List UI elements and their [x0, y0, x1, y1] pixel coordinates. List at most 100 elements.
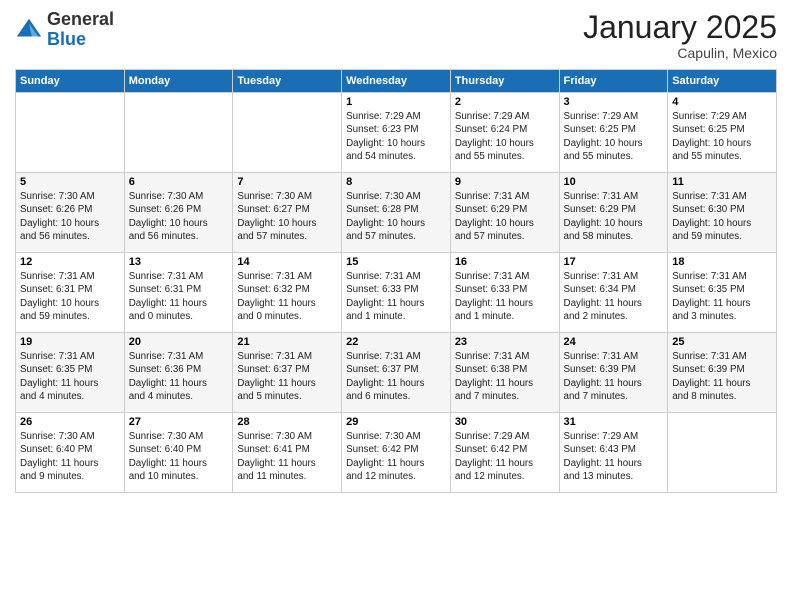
calendar-cell: 10 Sunrise: 7:31 AM Sunset: 6:29 PM Dayli… [559, 173, 668, 253]
month-title: January 2025 [583, 10, 777, 45]
calendar-table: Sunday Monday Tuesday Wednesday Thursday… [15, 69, 777, 493]
day-number: 22 [346, 336, 446, 348]
day-number: 14 [237, 256, 337, 268]
day-info: Sunrise: 7:29 AM Sunset: 6:25 PM Dayligh… [672, 110, 772, 163]
col-tuesday: Tuesday [233, 70, 342, 93]
col-monday: Monday [124, 70, 233, 93]
calendar-cell [233, 93, 342, 173]
day-number: 19 [20, 336, 120, 348]
day-number: 17 [564, 256, 664, 268]
header-row: Sunday Monday Tuesday Wednesday Thursday… [16, 70, 777, 93]
day-info: Sunrise: 7:31 AM Sunset: 6:31 PM Dayligh… [129, 270, 229, 323]
day-number: 8 [346, 176, 446, 188]
day-info: Sunrise: 7:31 AM Sunset: 6:39 PM Dayligh… [672, 350, 772, 403]
calendar-cell: 9Sunrise: 7:31 AM Sunset: 6:29 PM Daylig… [450, 173, 559, 253]
day-info: Sunrise: 7:31 AM Sunset: 6:39 PM Dayligh… [564, 350, 664, 403]
calendar-cell [668, 413, 777, 493]
day-number: 13 [129, 256, 229, 268]
day-number: 29 [346, 416, 446, 428]
day-info: Sunrise: 7:29 AM Sunset: 6:42 PM Dayligh… [455, 430, 555, 483]
day-number: 11 [672, 176, 772, 188]
calendar-cell: 17 Sunrise: 7:31 AM Sunset: 6:34 PM Dayli… [559, 253, 668, 333]
day-number: 6 [129, 176, 229, 188]
calendar-cell: 2Sunrise: 7:29 AM Sunset: 6:24 PM Daylig… [450, 93, 559, 173]
day-info: Sunrise: 7:29 AM Sunset: 6:25 PM Dayligh… [564, 110, 664, 163]
day-number: 28 [237, 416, 337, 428]
col-thursday: Thursday [450, 70, 559, 93]
day-number: 10 [564, 176, 664, 188]
day-info: Sunrise: 7:31 AM Sunset: 6:31 PM Dayligh… [20, 270, 120, 323]
day-number: 31 [564, 416, 664, 428]
calendar-cell: 25Sunrise: 7:31 AM Sunset: 6:39 PM Dayli… [668, 333, 777, 413]
calendar-cell: 3 Sunrise: 7:29 AM Sunset: 6:25 PM Daylig… [559, 93, 668, 173]
day-info: Sunrise: 7:31 AM Sunset: 6:30 PM Dayligh… [672, 190, 772, 243]
calendar-cell: 5Sunrise: 7:30 AM Sunset: 6:26 PM Daylig… [16, 173, 125, 253]
day-number: 18 [672, 256, 772, 268]
logo-general: General [47, 9, 114, 29]
day-number: 26 [20, 416, 120, 428]
day-number: 7 [237, 176, 337, 188]
week-row-4: 26 Sunrise: 7:30 AM Sunset: 6:40 PM Dayli… [16, 413, 777, 493]
calendar-cell: 14 Sunrise: 7:31 AM Sunset: 6:32 PM Dayli… [233, 253, 342, 333]
col-friday: Friday [559, 70, 668, 93]
calendar-cell [124, 93, 233, 173]
col-wednesday: Wednesday [342, 70, 451, 93]
day-info: Sunrise: 7:31 AM Sunset: 6:37 PM Dayligh… [346, 350, 446, 403]
day-info: Sunrise: 7:31 AM Sunset: 6:29 PM Dayligh… [564, 190, 664, 243]
calendar-cell: 31 Sunrise: 7:29 AM Sunset: 6:43 PM Dayli… [559, 413, 668, 493]
week-row-1: 5Sunrise: 7:30 AM Sunset: 6:26 PM Daylig… [16, 173, 777, 253]
calendar-cell: 28 Sunrise: 7:30 AM Sunset: 6:41 PM Dayli… [233, 413, 342, 493]
day-info: Sunrise: 7:30 AM Sunset: 6:42 PM Dayligh… [346, 430, 446, 483]
col-sunday: Sunday [16, 70, 125, 93]
calendar-cell: 21Sunrise: 7:31 AM Sunset: 6:37 PM Dayli… [233, 333, 342, 413]
calendar-cell: 22 Sunrise: 7:31 AM Sunset: 6:37 PM Dayli… [342, 333, 451, 413]
calendar-cell: 6Sunrise: 7:30 AM Sunset: 6:26 PM Daylig… [124, 173, 233, 253]
day-number: 3 [564, 96, 664, 108]
location: Capulin, Mexico [583, 45, 777, 61]
day-number: 21 [237, 336, 337, 348]
calendar-cell: 18 Sunrise: 7:31 AM Sunset: 6:35 PM Dayli… [668, 253, 777, 333]
day-info: Sunrise: 7:30 AM Sunset: 6:40 PM Dayligh… [20, 430, 120, 483]
day-number: 24 [564, 336, 664, 348]
day-info: Sunrise: 7:31 AM Sunset: 6:34 PM Dayligh… [564, 270, 664, 323]
calendar-cell [16, 93, 125, 173]
day-info: Sunrise: 7:30 AM Sunset: 6:28 PM Dayligh… [346, 190, 446, 243]
day-info: Sunrise: 7:29 AM Sunset: 6:24 PM Dayligh… [455, 110, 555, 163]
calendar-cell: 13 Sunrise: 7:31 AM Sunset: 6:31 PM Dayli… [124, 253, 233, 333]
day-info: Sunrise: 7:31 AM Sunset: 6:35 PM Dayligh… [672, 270, 772, 323]
calendar-cell: 29 Sunrise: 7:30 AM Sunset: 6:42 PM Dayli… [342, 413, 451, 493]
calendar-cell: 15Sunrise: 7:31 AM Sunset: 6:33 PM Dayli… [342, 253, 451, 333]
logo-text: General Blue [47, 10, 114, 50]
day-info: Sunrise: 7:31 AM Sunset: 6:29 PM Dayligh… [455, 190, 555, 243]
day-info: Sunrise: 7:31 AM Sunset: 6:32 PM Dayligh… [237, 270, 337, 323]
week-row-2: 12Sunrise: 7:31 AM Sunset: 6:31 PM Dayli… [16, 253, 777, 333]
title-block: January 2025 Capulin, Mexico [583, 10, 777, 61]
calendar-cell: 19 Sunrise: 7:31 AM Sunset: 6:35 PM Dayli… [16, 333, 125, 413]
logo-blue: Blue [47, 29, 86, 49]
day-number: 1 [346, 96, 446, 108]
day-number: 15 [346, 256, 446, 268]
week-row-0: 1Sunrise: 7:29 AM Sunset: 6:23 PM Daylig… [16, 93, 777, 173]
calendar-cell: 8 Sunrise: 7:30 AM Sunset: 6:28 PM Daylig… [342, 173, 451, 253]
logo: General Blue [15, 10, 114, 50]
calendar-cell: 16Sunrise: 7:31 AM Sunset: 6:33 PM Dayli… [450, 253, 559, 333]
day-info: Sunrise: 7:29 AM Sunset: 6:43 PM Dayligh… [564, 430, 664, 483]
day-info: Sunrise: 7:30 AM Sunset: 6:27 PM Dayligh… [237, 190, 337, 243]
day-info: Sunrise: 7:31 AM Sunset: 6:38 PM Dayligh… [455, 350, 555, 403]
page: General Blue January 2025 Capulin, Mexic… [0, 0, 792, 612]
day-number: 5 [20, 176, 120, 188]
logo-icon [15, 16, 43, 44]
calendar-cell: 4Sunrise: 7:29 AM Sunset: 6:25 PM Daylig… [668, 93, 777, 173]
header: General Blue January 2025 Capulin, Mexic… [15, 10, 777, 61]
day-number: 20 [129, 336, 229, 348]
calendar-cell: 23Sunrise: 7:31 AM Sunset: 6:38 PM Dayli… [450, 333, 559, 413]
calendar-body: 1Sunrise: 7:29 AM Sunset: 6:23 PM Daylig… [16, 93, 777, 493]
day-info: Sunrise: 7:30 AM Sunset: 6:41 PM Dayligh… [237, 430, 337, 483]
day-number: 30 [455, 416, 555, 428]
day-info: Sunrise: 7:31 AM Sunset: 6:35 PM Dayligh… [20, 350, 120, 403]
calendar-cell: 20Sunrise: 7:31 AM Sunset: 6:36 PM Dayli… [124, 333, 233, 413]
day-info: Sunrise: 7:30 AM Sunset: 6:40 PM Dayligh… [129, 430, 229, 483]
day-number: 16 [455, 256, 555, 268]
calendar-cell: 1Sunrise: 7:29 AM Sunset: 6:23 PM Daylig… [342, 93, 451, 173]
calendar-cell: 12Sunrise: 7:31 AM Sunset: 6:31 PM Dayli… [16, 253, 125, 333]
